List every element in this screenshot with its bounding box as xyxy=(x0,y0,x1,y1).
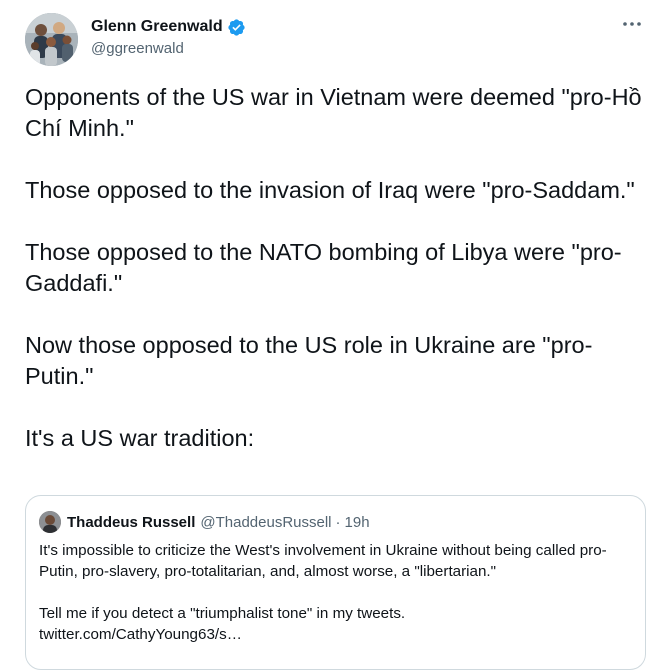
tweet-text: Opponents of the US war in Vietnam were … xyxy=(25,82,645,485)
tweet-paragraph: It's a US war tradition: xyxy=(25,425,255,451)
separator-dot: · xyxy=(335,513,341,531)
quoted-author-handle: @ThaddeusRussell xyxy=(200,513,332,531)
tweet-paragraph: Now those opposed to the US role in Ukra… xyxy=(25,332,593,389)
quoted-author-avatar xyxy=(39,511,61,533)
quoted-tweet-text: It's impossible to criticize the West's … xyxy=(39,540,635,645)
author-handle[interactable]: @ggreenwald xyxy=(91,40,246,57)
author-info: Glenn Greenwald @ggreenwald xyxy=(91,16,246,57)
tweet-paragraph: Opponents of the US war in Vietnam were … xyxy=(25,84,642,141)
more-horizontal-icon xyxy=(623,22,641,26)
quoted-tweet-time: 19h xyxy=(344,513,370,531)
author-avatar[interactable] xyxy=(25,13,78,66)
quoted-author-name: Thaddeus Russell xyxy=(67,513,196,531)
tweet: Glenn Greenwald @ggreenwald Opponents of… xyxy=(0,0,657,670)
quoted-tweet[interactable]: Thaddeus Russell @ThaddeusRussell · 19h … xyxy=(25,495,646,670)
verified-badge-icon xyxy=(227,18,246,37)
author-name-row: Glenn Greenwald xyxy=(91,16,246,38)
quoted-paragraph: It's impossible to criticize the West's … xyxy=(39,542,607,580)
tweet-header: Glenn Greenwald @ggreenwald xyxy=(25,10,647,66)
author-display-name[interactable]: Glenn Greenwald xyxy=(91,18,223,36)
tweet-paragraph: Those opposed to the NATO bombing of Lib… xyxy=(25,239,622,296)
tweet-paragraph: Those opposed to the invasion of Iraq we… xyxy=(25,177,635,203)
quoted-paragraph: Tell me if you detect a "triumphalist to… xyxy=(39,605,406,643)
more-options-button[interactable] xyxy=(617,14,647,34)
quoted-tweet-header: Thaddeus Russell @ThaddeusRussell · 19h xyxy=(39,510,370,534)
